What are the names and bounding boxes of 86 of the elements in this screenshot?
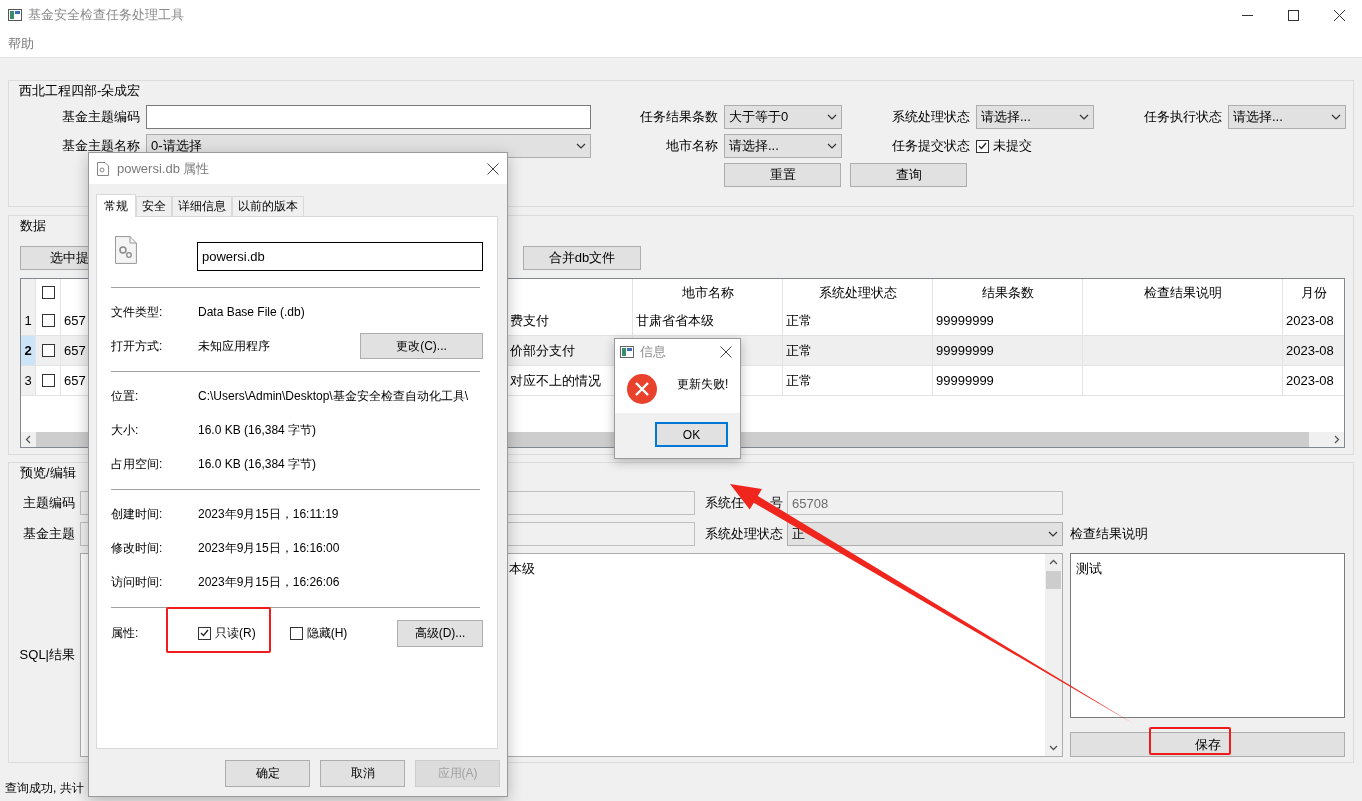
field-label: 检查结果说明 — [1070, 525, 1149, 543]
note-text-area[interactable]: 测试 — [1070, 553, 1345, 718]
property-value: 2023年9月15日，16:26:06 — [198, 573, 340, 591]
checkbox[interactable] — [289, 626, 303, 640]
close-icon[interactable] — [720, 345, 732, 358]
text-field[interactable] — [146, 105, 591, 129]
field-label: 任务结果条数 — [640, 108, 719, 126]
property-value: 未知应用程序 — [198, 337, 270, 355]
vertical-scrollbar[interactable] — [1045, 554, 1062, 756]
file-icon — [97, 161, 109, 176]
chevron-down-icon — [827, 143, 837, 149]
chevron-down-icon — [576, 143, 586, 149]
window-title: 基金安全检查任务处理工具 — [28, 6, 184, 24]
field-label: 任务提交状态 — [892, 137, 971, 155]
dialog-title: 信息 — [640, 342, 666, 361]
tab[interactable]: 以前的版本 — [232, 196, 304, 216]
dropdown[interactable]: 请选择... — [1228, 105, 1346, 129]
file-gear-icon — [115, 236, 137, 264]
chevron-down-icon — [827, 114, 837, 120]
property-value: 2023年9月15日，16:11:19 — [198, 505, 339, 523]
close-icon[interactable] — [1333, 9, 1345, 21]
advanced-button[interactable]: 高级(D)... — [397, 619, 483, 647]
property-label: 属性: — [111, 624, 140, 642]
checkbox[interactable] — [41, 286, 55, 299]
action-button[interactable]: 重置 — [724, 163, 841, 187]
row-number: 2 — [21, 336, 36, 366]
group-title: 数据 — [20, 218, 47, 234]
menu-item[interactable]: 帮助 — [0, 34, 42, 53]
field-label: 系统任 — [705, 494, 744, 512]
action-button[interactable]: 查询 — [850, 163, 967, 187]
property-label: 文件类型: — [111, 303, 164, 321]
tab[interactable]: 安全 — [136, 196, 172, 216]
group-title: 西北工程四部-朵成宏 — [19, 83, 142, 99]
dropdown[interactable]: 请选择... — [976, 105, 1094, 129]
maximize-icon[interactable] — [1287, 9, 1299, 21]
field-label: 号 — [770, 494, 783, 512]
field-label: 系统处理状态 — [892, 108, 971, 126]
save-button[interactable]: 保存 — [1070, 732, 1345, 757]
scrollbar-thumb[interactable] — [1046, 571, 1061, 589]
ok-button[interactable]: OK — [655, 422, 728, 447]
chevron-down-icon — [1331, 114, 1341, 120]
field-label: 任务执行状态 — [1144, 108, 1223, 126]
checkbox[interactable] — [41, 344, 55, 357]
checkbox[interactable] — [41, 374, 55, 387]
property-label: 大小: — [111, 421, 140, 439]
chevron-down-icon — [1079, 114, 1089, 120]
checkbox-label[interactable]: 只读(R) — [215, 624, 256, 642]
property-value: 16.0 KB (16,384 字节) — [198, 455, 317, 473]
action-button[interactable]: 合并db文件 — [523, 246, 641, 270]
app-icon — [620, 345, 634, 358]
property-label: 访问时间: — [111, 573, 164, 591]
app-icon — [8, 8, 22, 22]
status-text: 查询成功, 共计 — [5, 780, 84, 797]
checkbox[interactable] — [976, 139, 989, 153]
dropdown[interactable]: 大于等于0 — [724, 105, 842, 129]
field-label: 基金主题名称 — [62, 137, 141, 155]
checkbox-label[interactable]: 隐藏(H) — [306, 624, 348, 642]
property-value: 16.0 KB (16,384 字节) — [198, 421, 317, 439]
checkbox[interactable] — [198, 626, 211, 640]
row-number: 3 — [21, 366, 36, 396]
file-name-field[interactable]: powersi.db — [196, 242, 483, 271]
field-label: SQL|结果 — [19, 646, 76, 664]
checkbox[interactable] — [41, 314, 55, 327]
property-label: 创建时间: — [111, 505, 164, 523]
error-icon — [627, 373, 657, 404]
field-label: 主题编码 — [23, 494, 76, 512]
message-text: 更新失败! — [677, 376, 729, 393]
property-value: Data Base File (.db) — [198, 305, 305, 319]
property-label: 打开方式: — [111, 337, 164, 355]
field-label: 地市名称 — [666, 137, 719, 155]
chevron-down-icon — [1048, 531, 1058, 537]
property-label: 占用空间: — [111, 455, 164, 473]
row-number: 1 — [21, 306, 36, 336]
corner-header-cell — [21, 279, 36, 306]
tab[interactable]: 详细信息 — [172, 196, 232, 216]
dialog-button[interactable]: 取消 — [320, 760, 405, 787]
dropdown[interactable]: 请选择... — [724, 134, 842, 158]
close-icon[interactable] — [487, 162, 499, 175]
dialog-button[interactable]: 确定 — [225, 760, 310, 787]
field-label: 基金主题编码 — [62, 108, 141, 126]
field-label: 系统处理状态 — [705, 525, 784, 543]
tab[interactable]: 常规 — [96, 194, 136, 217]
dialog-title: powersi.db 属性 — [117, 159, 210, 178]
checkbox-label[interactable]: 未提交 — [993, 137, 1032, 155]
change-button[interactable]: 更改(C)... — [360, 333, 483, 359]
field-label: 基金主题 — [23, 525, 76, 543]
